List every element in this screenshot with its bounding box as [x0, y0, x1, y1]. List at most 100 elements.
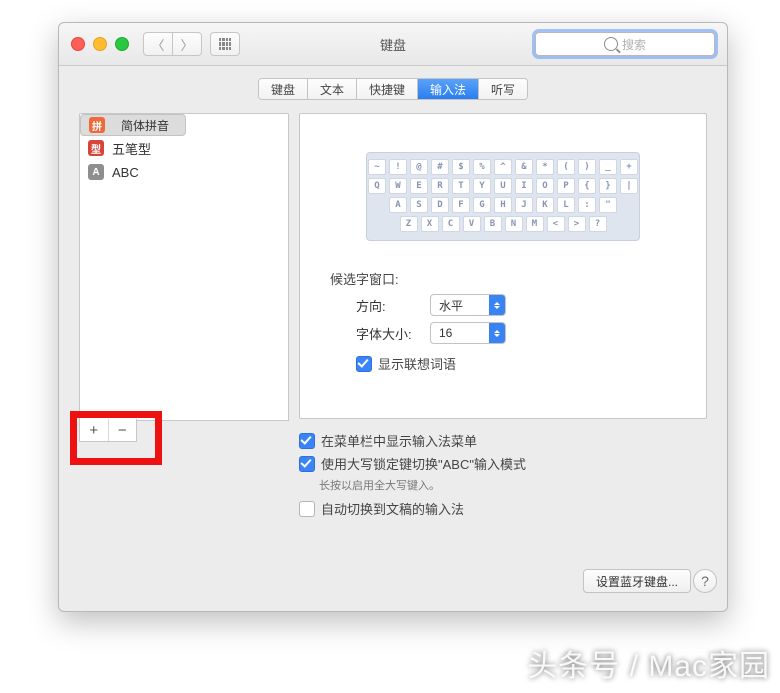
caps-abc-label: 使用大写锁定键切换"ABC"输入模式	[321, 454, 526, 473]
show-all-button[interactable]	[210, 32, 240, 56]
source-label: 五笔型	[112, 139, 151, 158]
source-badge-icon: 型	[88, 140, 104, 156]
key: B	[484, 216, 502, 232]
key: "	[599, 197, 617, 213]
watermark: 头条号 / Mac家园	[527, 641, 770, 685]
tab-输入法[interactable]: 输入法	[418, 79, 479, 99]
back-button[interactable]: 〈	[143, 32, 173, 56]
key: :	[578, 197, 596, 213]
key: F	[452, 197, 470, 213]
key: E	[410, 178, 428, 194]
key: N	[505, 216, 523, 232]
key: |	[620, 178, 638, 194]
nav-back-forward: 〈 〉	[143, 32, 202, 56]
key: R	[431, 178, 449, 194]
key: ^	[494, 159, 512, 175]
key: L	[557, 197, 575, 213]
key: }	[599, 178, 617, 194]
source-label: 简体拼音	[113, 117, 177, 134]
fontsize-select[interactable]: 16	[430, 322, 506, 344]
detail-panel: ~!@#$%^&*()_+QWERTYUIOP{}|ASDFGHJKL:"ZXC…	[299, 113, 707, 419]
direction-label: 方向:	[356, 296, 414, 315]
key: {	[578, 178, 596, 194]
key: &	[515, 159, 533, 175]
fontsize-value: 16	[431, 326, 489, 340]
source-badge-icon: A	[88, 164, 104, 180]
show-menu-label: 在菜单栏中显示输入法菜单	[321, 431, 477, 450]
add-remove-group: + −	[79, 419, 137, 442]
key: *	[536, 159, 554, 175]
grid-icon	[219, 38, 231, 50]
candidate-title: 候选字窗口:	[330, 269, 686, 288]
preferences-window: 〈 〉 键盘 搜索 键盘文本快捷键输入法听写 拼简体拼音型五笔型AABC + −	[58, 22, 728, 612]
global-options: 在菜单栏中显示输入法菜单 使用大写锁定键切换"ABC"输入模式 长按以启用全大写…	[299, 427, 707, 522]
zoom-icon[interactable]	[115, 37, 129, 51]
key: Y	[473, 178, 491, 194]
key: @	[410, 159, 428, 175]
key: ?	[589, 216, 607, 232]
key: O	[536, 178, 554, 194]
forward-button[interactable]: 〉	[173, 32, 202, 56]
tab-键盘[interactable]: 键盘	[259, 79, 308, 99]
key: _	[599, 159, 617, 175]
key: ~	[368, 159, 386, 175]
search-placeholder: 搜索	[622, 36, 646, 53]
key: >	[568, 216, 586, 232]
key: A	[389, 197, 407, 213]
key: S	[410, 197, 428, 213]
key: #	[431, 159, 449, 175]
key: C	[442, 216, 460, 232]
direction-value: 水平	[431, 297, 489, 314]
auto-switch-label: 自动切换到文稿的输入法	[321, 499, 464, 518]
tab-听写[interactable]: 听写	[479, 79, 527, 99]
key: $	[452, 159, 470, 175]
auto-switch-checkbox[interactable]	[299, 501, 315, 517]
chevron-updown-icon	[489, 295, 505, 315]
list-item[interactable]: A ABC	[80, 160, 288, 184]
key: W	[389, 178, 407, 194]
key: K	[536, 197, 554, 213]
bluetooth-keyboard-button[interactable]: 设置蓝牙键盘...	[583, 569, 691, 593]
keyboard-preview: ~!@#$%^&*()_+QWERTYUIOP{}|ASDFGHJKL:"ZXC…	[366, 152, 640, 241]
key: D	[431, 197, 449, 213]
predictive-label: 显示联想词语	[378, 354, 456, 373]
window-controls	[71, 37, 129, 51]
add-button[interactable]: +	[80, 419, 109, 441]
key: G	[473, 197, 491, 213]
list-item[interactable]: 型五笔型	[80, 136, 288, 160]
key: Q	[368, 178, 386, 194]
show-menu-checkbox[interactable]	[299, 433, 315, 449]
help-button[interactable]: ?	[693, 569, 717, 593]
key: H	[494, 197, 512, 213]
search-input[interactable]: 搜索	[535, 32, 715, 56]
key: Z	[400, 216, 418, 232]
key: <	[547, 216, 565, 232]
key: T	[452, 178, 470, 194]
predictive-checkbox[interactable]	[356, 356, 372, 372]
key: V	[463, 216, 481, 232]
key: )	[578, 159, 596, 175]
key: X	[421, 216, 439, 232]
chevron-updown-icon	[489, 323, 505, 343]
close-icon[interactable]	[71, 37, 85, 51]
key: !	[389, 159, 407, 175]
search-icon	[604, 37, 618, 51]
key: I	[515, 178, 533, 194]
key: P	[557, 178, 575, 194]
fontsize-label: 字体大小:	[356, 324, 414, 343]
tab-快捷键[interactable]: 快捷键	[357, 79, 418, 99]
tab-文本[interactable]: 文本	[308, 79, 357, 99]
source-badge-icon: 拼	[89, 117, 105, 133]
minimize-icon[interactable]	[93, 37, 107, 51]
remove-button[interactable]: −	[109, 419, 137, 441]
key: U	[494, 178, 512, 194]
titlebar: 〈 〉 键盘 搜索	[59, 23, 727, 66]
source-label: ABC	[112, 165, 139, 180]
list-item[interactable]: 拼简体拼音	[80, 114, 186, 136]
tab-bar: 键盘文本快捷键输入法听写	[59, 78, 727, 100]
input-source-list[interactable]: 拼简体拼音型五笔型AABC	[79, 113, 289, 421]
key: (	[557, 159, 575, 175]
direction-select[interactable]: 水平	[430, 294, 506, 316]
caps-abc-checkbox[interactable]	[299, 456, 315, 472]
key: %	[473, 159, 491, 175]
